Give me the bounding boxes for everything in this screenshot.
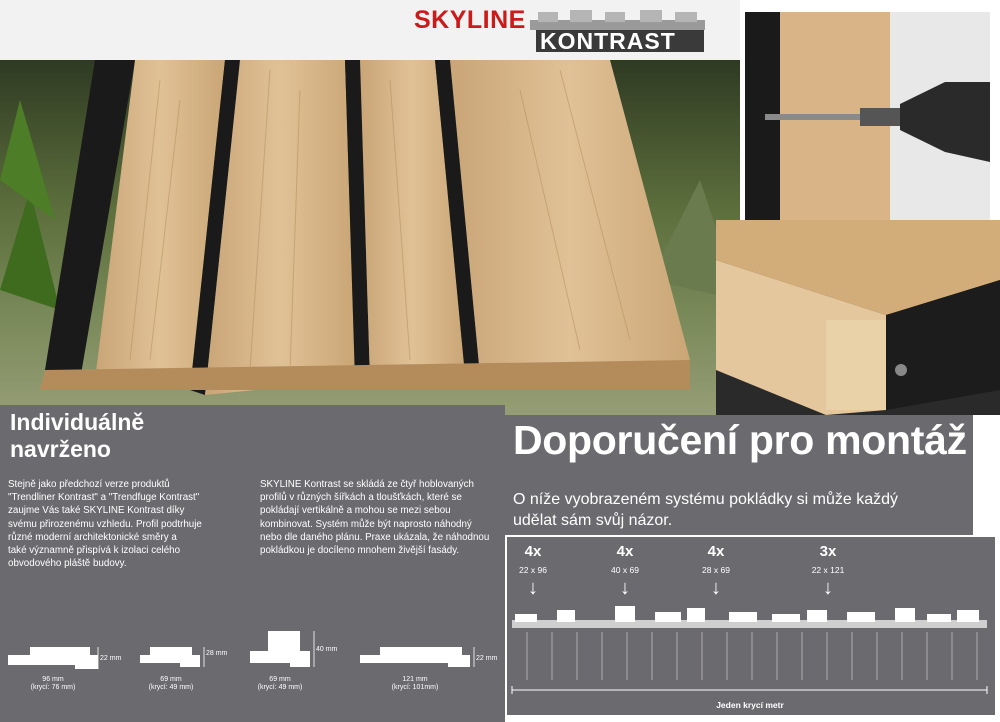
text-line: "Trendliner Kontrast" a "Trendfuge Kontr… — [8, 492, 200, 504]
profile-4-label: 121 mm (krycí: 101mm) — [380, 676, 450, 692]
profile-1-label: 96 mm (krycí: 76 mm) — [18, 676, 88, 692]
profile-3-label: 69 mm (krycí: 49 mm) — [245, 676, 315, 692]
profile-width: 96 mm — [42, 676, 64, 683]
profile-cross-sections — [8, 631, 475, 669]
profile-illustration — [716, 220, 1000, 415]
title-line-1: Individuálně — [10, 409, 145, 435]
logo-brand: SKYLINE — [414, 6, 526, 34]
item-4-qty: 3x — [819, 543, 837, 560]
title-line-2: navrženo — [10, 436, 111, 462]
profile-shape-69b — [250, 631, 310, 667]
item-4-dims: 22 x 121 — [811, 565, 845, 575]
profile-1-height: 22 mm — [100, 655, 122, 662]
profile-closeup-photo — [716, 220, 1000, 415]
drill-illustration — [745, 12, 990, 220]
profile-4-height: 22 mm — [476, 655, 498, 662]
profile-3-height: 40 mm — [316, 646, 338, 653]
text-line: profilů v různých šířkách a tloušťkách, … — [260, 492, 462, 504]
profile-width: 121 mm — [402, 676, 428, 683]
section-title-left: Individuálně navrženo — [10, 409, 144, 463]
profile-2-label: 69 mm (krycí: 49 mm) — [136, 676, 206, 692]
profile-cover: (krycí: 49 mm) — [257, 684, 303, 691]
screw-drill-photo — [745, 12, 990, 220]
installation-title: Doporučení pro montáž — [513, 417, 967, 463]
profile-shape-69a — [140, 647, 200, 667]
text-line: kombinovat. Systém může být naprosto náh… — [260, 518, 472, 530]
text-line: SKYLINE Kontrast se skládá ze čtyř hoblo… — [260, 479, 475, 490]
wood-planks-illustration — [0, 60, 740, 395]
profile-cover: (krycí: 101mm) — [391, 684, 439, 691]
item-1-arrow-icon: ↓ — [528, 577, 538, 599]
text-line: pokládkou je docíleno mnohem živější fas… — [260, 545, 460, 557]
item-2-arrow-icon: ↓ — [620, 577, 630, 599]
description-column-2: SKYLINE Kontrast se skládá ze čtyř hoblo… — [260, 478, 500, 557]
text-line: zaujme Vás také SKYLINE Kontrast díky — [8, 505, 185, 517]
subtitle-line-1: O níže vyobrazeném systému pokládky si m… — [513, 491, 899, 508]
item-1-qty: 4x — [524, 543, 542, 560]
item-3-qty: 4x — [707, 543, 725, 560]
item-2-dims: 40 x 69 — [611, 565, 639, 575]
text-line: různé moderní architektonické směry a — [8, 531, 177, 543]
text-line: obvodového pláště budovy. — [8, 558, 127, 570]
profile-2-height: 28 mm — [206, 650, 228, 657]
installation-subtitle: O níže vyobrazeném systému pokládky si m… — [513, 489, 968, 531]
cover-meter-label: Jeden krycí metr — [716, 700, 784, 710]
text-line: svému přirozenému vzhledu. Profil podtrh… — [8, 518, 202, 530]
profile-cover: (krycí: 49 mm) — [148, 684, 194, 691]
item-1-dims: 22 x 96 — [519, 565, 547, 575]
description-column-1: Stejně jako předchozí verze produktů "Tr… — [8, 478, 233, 570]
logo-product: KONTRAST — [540, 28, 676, 54]
text-line: Stejně jako předchozí verze produktů — [8, 479, 170, 490]
subtitle-line-2: udělat sám svůj názor. — [513, 512, 673, 529]
item-3-arrow-icon: ↓ — [711, 577, 721, 599]
hero-wood-cladding-photo — [0, 60, 740, 430]
cladding-layout-graphic — [511, 606, 988, 694]
item-4-arrow-icon: ↓ — [823, 577, 833, 599]
text-line: pokládají vertikálně a mohou se mezi seb… — [260, 505, 451, 517]
profile-width: 69 mm — [269, 676, 291, 683]
item-2-qty: 4x — [616, 543, 634, 560]
item-3-dims: 28 x 69 — [702, 565, 730, 575]
text-line: nebo dle daného plánu. Praxe ukázala, že… — [260, 531, 490, 543]
profile-shape-121 — [360, 647, 470, 667]
profile-shape-96 — [8, 647, 98, 669]
profile-cover: (krycí: 76 mm) — [30, 684, 76, 691]
text-line: také významně přispívá k izolaci celého — [8, 545, 181, 557]
profile-width: 69 mm — [160, 676, 182, 683]
